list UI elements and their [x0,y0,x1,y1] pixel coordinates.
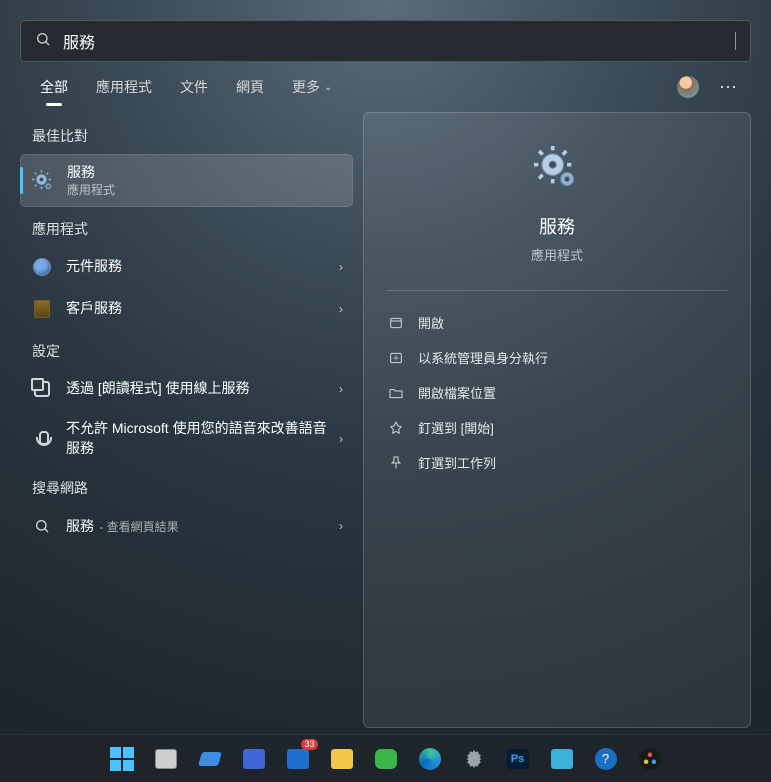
taskbar-app-photoshop[interactable]: Ps [504,745,532,773]
microphone-icon [30,427,54,451]
duplicate-window-icon [30,377,54,401]
taskbar-app-edge[interactable] [416,745,444,773]
preview-pane: 服務 應用程式 開啟 以系統管理員身分執行 開啟檔案位置 釘選到 [開始] [363,112,751,728]
preview-title: 服務 [539,213,575,239]
customer-services-icon [30,297,54,321]
tab-apps[interactable]: 應用程式 [82,62,166,112]
chevron-down-icon: ⌄ [324,82,332,93]
gear-icon [463,748,485,770]
pin-icon [388,420,404,436]
services-icon [533,145,581,193]
action-pin-to-taskbar[interactable]: 釘選到工作列 [386,445,728,480]
result-best-match[interactable]: 服務 應用程式 [20,154,353,207]
search-icon [30,514,54,538]
tab-documents[interactable]: 文件 [166,62,222,112]
folder-icon [388,385,404,401]
chevron-right-icon: › [339,432,343,446]
action-pin-to-start[interactable]: 釘選到 [開始] [386,410,728,445]
component-services-icon [30,255,54,279]
preview-subtitle: 應用程式 [531,245,583,264]
shield-icon [388,350,404,366]
search-tabs: 全部 應用程式 文件 網頁 更多⌄ ⋯ [20,62,751,112]
overflow-menu-button[interactable]: ⋯ [711,77,745,98]
mail-badge: 33 [301,739,317,750]
result-setting-narrator-online[interactable]: 透過 [朗讀程式] 使用線上服務 › [20,369,353,409]
tab-all[interactable]: 全部 [26,62,82,112]
services-icon [31,169,55,193]
taskbar-app-snipping[interactable] [548,745,576,773]
result-setting-voice-privacy[interactable]: 不允許 Microsoft 使用您的語音來改善語音服務 › [20,411,353,466]
search-bar[interactable] [20,20,751,62]
taskbar-app-help[interactable]: ? [592,745,620,773]
taskbar-app-line[interactable] [372,745,400,773]
chevron-right-icon: › [339,382,343,396]
tab-more[interactable]: 更多⌄ [278,62,346,112]
chevron-right-icon: › [339,519,343,533]
section-settings: 設定 [20,331,353,369]
result-app-component-services[interactable]: 元件服務 › [20,247,353,287]
divider [386,290,728,291]
section-web: 搜尋網路 [20,468,353,506]
result-subtitle: 應用程式 [67,183,342,199]
result-app-customer-services[interactable]: 客戶服務 › [20,289,353,329]
search-input[interactable] [63,32,736,50]
start-button[interactable] [108,745,136,773]
result-title: 服務 [67,163,342,183]
action-open[interactable]: 開啟 [386,305,728,340]
result-web-search[interactable]: 服務 - 查看網頁結果 › [20,506,353,546]
open-icon [388,315,404,331]
taskbar-app-todo[interactable] [196,745,224,773]
pin-icon [388,455,404,471]
taskbar-app-settings[interactable] [460,745,488,773]
tab-web[interactable]: 網頁 [222,62,278,112]
taskbar-app-taskview[interactable] [152,745,180,773]
section-apps: 應用程式 [20,209,353,247]
action-run-as-admin[interactable]: 以系統管理員身分執行 [386,340,728,375]
section-best-match: 最佳比對 [20,116,353,154]
taskbar-app-resolve[interactable] [636,745,664,773]
windows-logo-icon [110,747,134,771]
chevron-right-icon: › [339,302,343,316]
search-icon [35,31,51,52]
user-avatar[interactable] [677,76,699,98]
taskbar: 33 Ps ? [0,734,771,782]
action-open-file-location[interactable]: 開啟檔案位置 [386,375,728,410]
taskbar-app-file-explorer[interactable] [328,745,356,773]
chevron-right-icon: › [339,260,343,274]
results-list: 最佳比對 服務 應用程式 應用程式 元件服務 › 客戶服務 › [20,112,353,728]
taskbar-app-calendar[interactable] [240,745,268,773]
taskbar-app-mail[interactable]: 33 [284,745,312,773]
